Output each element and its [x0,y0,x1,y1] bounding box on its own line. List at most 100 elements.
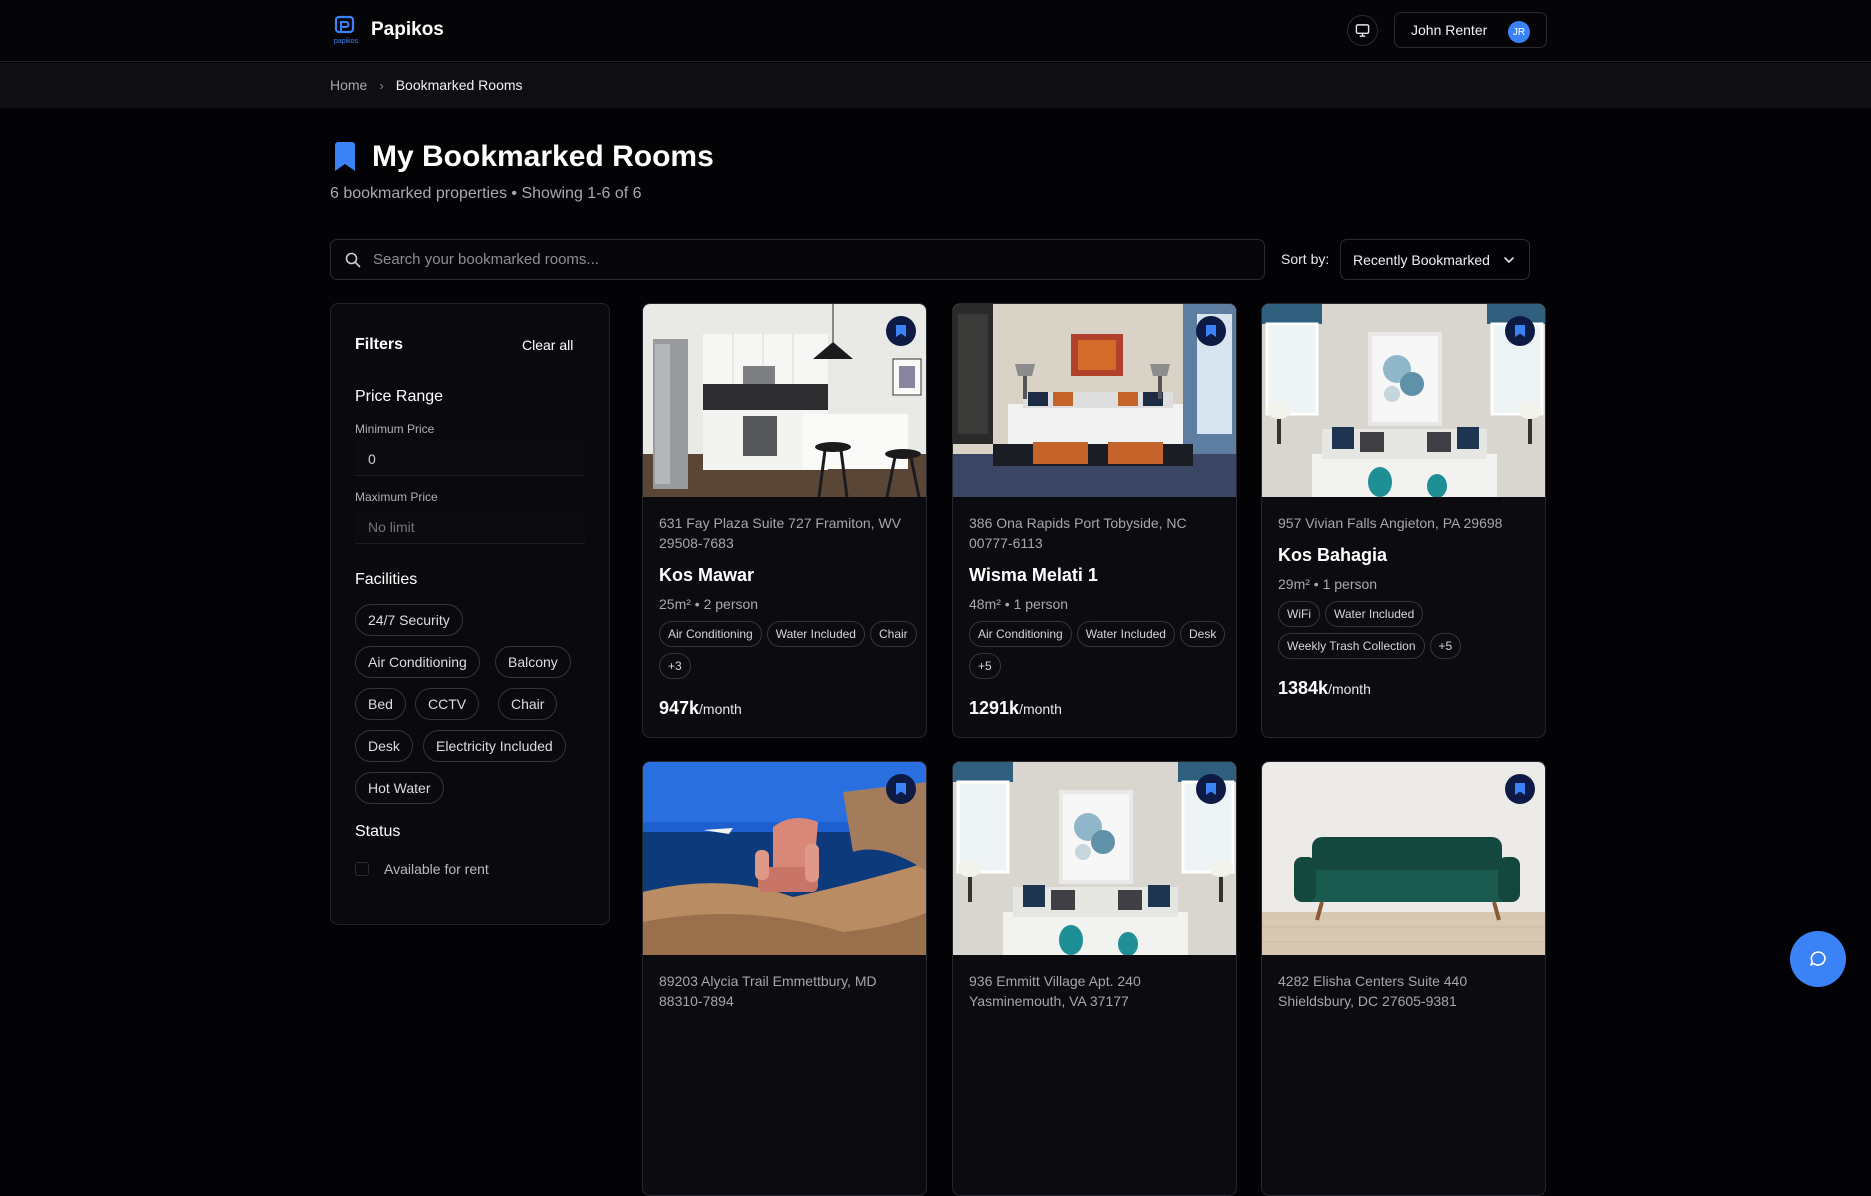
room-card[interactable]: 4282 Elisha Centers Suite 440 Shieldsbur… [1261,761,1546,1196]
chat-button[interactable] [1790,931,1846,987]
room-card[interactable]: 631 Fay Plaza Suite 727 Framiton, WV 295… [642,303,927,738]
page-header: My Bookmarked Rooms [332,140,714,174]
room-tag-more: +5 [1429,633,1462,659]
breadcrumb-current: Bookmarked Rooms [395,77,523,93]
bookmark-icon [1206,325,1216,337]
room-price-unit: /month [699,701,742,717]
room-price: 1291k/month [969,698,1062,719]
room-tags: Air Conditioning Water Included Desk +5 [969,621,1229,679]
room-card[interactable]: 386 Ona Rapids Port Tobyside, NC 00777-6… [952,303,1237,738]
room-name[interactable]: Kos Mawar [659,565,754,586]
max-price-input[interactable] [355,510,585,544]
room-meta: 25m² • 2 person [659,596,759,612]
bookmark-toggle-button[interactable] [1196,774,1226,804]
room-tag: Water Included [766,621,865,647]
room-meta: 48m² • 1 person [969,596,1069,612]
room-tag: Desk [1179,621,1226,647]
page-subtitle: 6 bookmarked properties • Showing 1-6 of… [330,185,642,202]
room-image-armchair-on-cliff[interactable] [643,762,926,955]
theme-toggle-button[interactable] [1347,15,1378,46]
search-input[interactable] [371,240,1251,279]
bookmark-icon [896,325,906,337]
facility-chip-cctv[interactable]: CCTV [415,688,480,720]
room-tag-more: +5 [969,653,1001,679]
facility-chip-hot-water[interactable]: Hot Water [355,772,444,804]
max-price-label: Maximum Price [355,490,438,504]
bookmark-icon [335,142,355,171]
room-price-value: 947k [659,698,700,718]
room-tags: WiFi Water Included Weekly Trash Collect… [1278,601,1538,659]
room-card[interactable]: 89203 Alycia Trail Emmettbury, MD 88310-… [642,761,927,1196]
facilities-title: Facilities [355,571,418,588]
room-image-bedroom[interactable] [953,304,1236,497]
sort-label: Sort by: [1281,251,1330,267]
room-price: 1384k/month [1278,678,1371,699]
sort-selected-value: Recently Bookmarked [1353,251,1490,268]
search-box [330,239,1265,280]
room-price-value: 1291k [969,698,1020,718]
papikos-logo-icon: papikos [330,14,362,46]
facility-chip-24-7-security[interactable]: 24/7 Security [355,604,463,636]
room-card[interactable]: 936 Emmitt Village Apt. 240 Yasminemouth… [952,761,1237,1196]
user-menu-button[interactable]: John Renter JR [1394,12,1547,48]
clear-all-button[interactable]: Clear all [522,337,573,353]
room-address: 4282 Elisha Centers Suite 440 Shieldsbur… [1278,973,1468,1009]
bookmark-toggle-button[interactable] [1196,316,1226,346]
room-tag: Air Conditioning [659,621,762,647]
chat-icon [1810,951,1826,966]
facility-chip-air-conditioning[interactable]: Air Conditioning [355,646,480,678]
min-price-input[interactable] [355,442,585,476]
price-range-title: Price Range [355,388,444,405]
chevron-down-icon [1504,257,1514,264]
bookmark-toggle-button[interactable] [1505,316,1535,346]
room-address: 89203 Alycia Trail Emmettbury, MD 88310-… [659,973,877,1009]
min-price-label: Minimum Price [355,422,435,436]
page-title: My Bookmarked Rooms [372,140,714,173]
top-navbar: papikos Papikos John Renter JR [0,0,1871,62]
room-name[interactable]: Wisma Melati 1 [969,565,1098,586]
room-price-unit: /month [1328,681,1371,697]
bookmark-toggle-button[interactable] [886,316,916,346]
room-address: 957 Vivian Falls Angieton, PA 29698 [1278,515,1503,531]
room-name[interactable]: Kos Bahagia [1278,545,1387,566]
room-price-value: 1384k [1278,678,1329,698]
filters-panel: Filters Clear all Price Range Minimum Pr… [330,303,610,925]
brand-name: Papikos [371,19,444,40]
room-image-green-sofa[interactable] [1262,762,1545,955]
bookmark-icon [896,783,906,795]
room-tag-more: +3 [659,653,691,679]
bookmark-icon [1515,325,1525,337]
avatar: JR [1508,21,1530,43]
room-tag: Air Conditioning [969,621,1072,647]
facility-chip-chair[interactable]: Chair [498,688,558,720]
facility-chip-electricity-included[interactable]: Electricity Included [423,730,566,762]
available-for-rent-label: Available for rent [384,861,489,877]
facility-chip-bed[interactable]: Bed [355,688,406,720]
facility-chip-desk[interactable]: Desk [355,730,413,762]
room-image-kitchen[interactable] [643,304,926,497]
sort-select[interactable]: Recently Bookmarked [1340,239,1530,280]
room-image-living-room[interactable] [953,762,1236,955]
room-price: 947k/month [659,698,742,719]
room-tag: Chair [869,621,917,647]
available-for-rent-checkbox[interactable] [355,862,369,876]
breadcrumb-home-link[interactable]: Home [330,77,367,93]
room-tags: Air Conditioning Water Included Chair +3 [659,621,919,679]
room-card[interactable]: 957 Vivian Falls Angieton, PA 29698 Kos … [1261,303,1546,738]
bookmark-icon [1515,783,1525,795]
user-name: John Renter [1411,22,1488,38]
breadcrumb: Home › Bookmarked Rooms [330,77,523,93]
breadcrumb-separator: › [379,77,384,93]
facility-chip-balcony[interactable]: Balcony [495,646,571,678]
brand[interactable]: papikos Papikos [330,14,444,46]
bookmark-toggle-button[interactable] [886,774,916,804]
room-address: 631 Fay Plaza Suite 727 Framiton, WV 295… [659,515,901,551]
room-tag: Water Included [1325,601,1424,627]
bookmark-toggle-button[interactable] [1505,774,1535,804]
room-image-living-room[interactable] [1262,304,1545,497]
svg-text:papikos: papikos [334,38,359,45]
monitor-icon [1355,24,1370,37]
filters-title: Filters [355,336,404,353]
room-meta: 29m² • 1 person [1278,576,1378,592]
room-tag: Water Included [1076,621,1175,647]
